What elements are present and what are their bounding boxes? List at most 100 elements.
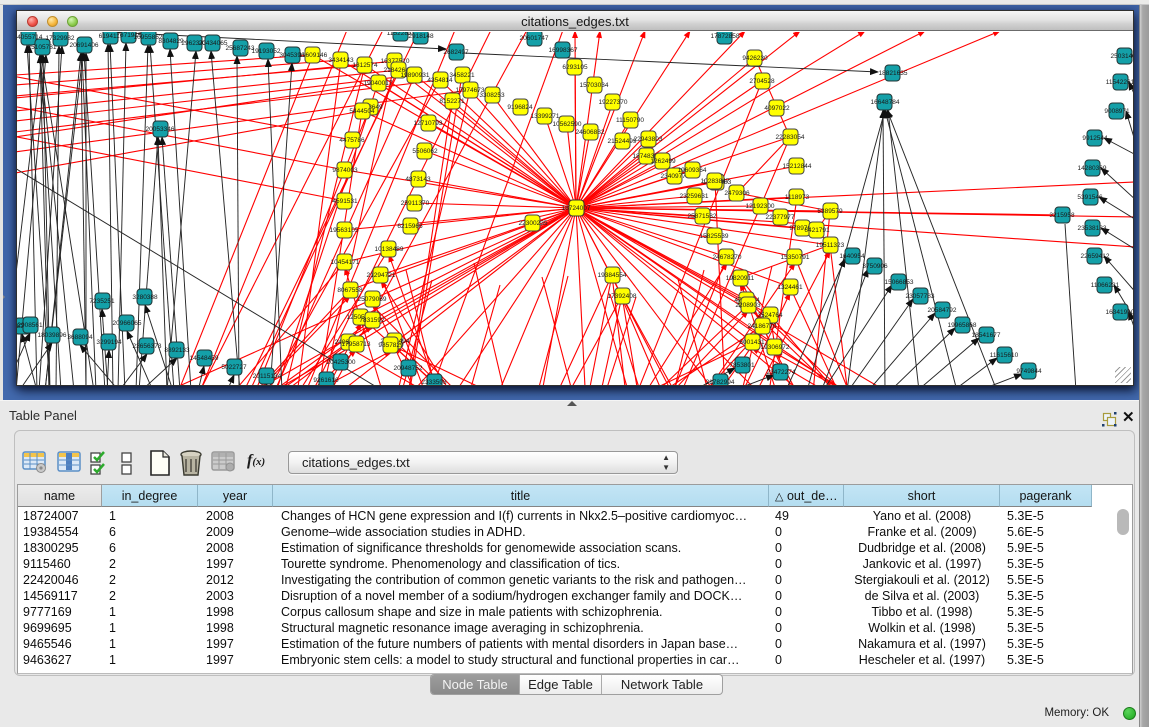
svg-text:16998367: 16998367 bbox=[549, 47, 578, 54]
svg-text:8067558: 8067558 bbox=[337, 287, 363, 294]
svg-text:16648784: 16648784 bbox=[871, 99, 900, 106]
svg-text:13399271: 13399271 bbox=[531, 113, 560, 120]
svg-text:18039896: 18039896 bbox=[38, 332, 67, 339]
svg-text:25911370: 25911370 bbox=[401, 200, 430, 207]
svg-text:25871582: 25871582 bbox=[688, 213, 717, 220]
svg-text:20948752: 20948752 bbox=[394, 365, 423, 372]
svg-text:8892133: 8892133 bbox=[164, 347, 190, 354]
svg-text:19511323: 19511323 bbox=[816, 242, 845, 249]
svg-text:24186770: 24186770 bbox=[748, 323, 777, 330]
svg-text:17958713: 17958713 bbox=[342, 341, 371, 348]
svg-text:18821635: 18821635 bbox=[879, 70, 908, 77]
svg-text:20584792: 20584792 bbox=[928, 307, 957, 314]
svg-text:22377977: 22377977 bbox=[766, 214, 795, 221]
svg-text:17392408: 17392408 bbox=[608, 293, 637, 300]
svg-text:1118973: 1118973 bbox=[785, 194, 810, 201]
svg-text:2333508: 2333508 bbox=[421, 379, 447, 385]
svg-text:9857829: 9857829 bbox=[378, 342, 404, 349]
svg-text:19563105: 19563105 bbox=[330, 227, 359, 234]
svg-text:7831592: 7831592 bbox=[359, 317, 385, 324]
svg-text:20966065: 20966065 bbox=[113, 320, 142, 327]
svg-text:1262499: 1262499 bbox=[650, 158, 676, 165]
svg-text:22943803: 22943803 bbox=[634, 136, 663, 143]
svg-text:19193052: 19193052 bbox=[252, 48, 281, 55]
svg-text:12192300: 12192300 bbox=[746, 203, 775, 210]
svg-text:4591531: 4591531 bbox=[332, 198, 358, 205]
svg-text:24678270: 24678270 bbox=[713, 254, 742, 261]
svg-text:4873143: 4873143 bbox=[405, 176, 431, 183]
svg-text:19965868: 19965868 bbox=[948, 322, 977, 329]
svg-text:3458221: 3458221 bbox=[449, 72, 475, 79]
svg-text:2908561: 2908561 bbox=[17, 322, 43, 329]
svg-text:6215966: 6215966 bbox=[397, 223, 423, 230]
svg-text:14548459: 14548459 bbox=[190, 355, 219, 362]
svg-text:4475786: 4475786 bbox=[339, 137, 365, 144]
svg-text:20053346: 20053346 bbox=[146, 126, 175, 133]
svg-text:2208903: 2208903 bbox=[735, 302, 761, 309]
svg-text:5444504: 5444504 bbox=[349, 108, 375, 115]
svg-text:1324461: 1324461 bbox=[777, 284, 803, 291]
svg-text:3434143: 3434143 bbox=[328, 57, 354, 64]
svg-text:1312574: 1312574 bbox=[352, 62, 378, 69]
svg-text:9912544: 9912544 bbox=[1082, 135, 1108, 142]
svg-text:23538183: 23538183 bbox=[1078, 225, 1107, 232]
svg-text:21782994: 21782994 bbox=[706, 379, 735, 385]
svg-text:20425300: 20425300 bbox=[327, 359, 356, 366]
svg-text:15703034: 15703034 bbox=[580, 82, 609, 89]
svg-text:9261616: 9261616 bbox=[313, 377, 339, 384]
svg-text:14280369: 14280369 bbox=[1078, 165, 1107, 172]
svg-text:19890931: 19890931 bbox=[401, 72, 430, 79]
svg-text:21524499: 21524499 bbox=[608, 138, 637, 145]
svg-text:11066231: 11066231 bbox=[1091, 282, 1120, 289]
svg-text:15825539: 15825539 bbox=[700, 233, 729, 240]
svg-text:3308253: 3308253 bbox=[479, 92, 505, 99]
svg-text:3280388: 3280388 bbox=[132, 294, 158, 301]
svg-text:24606882: 24606882 bbox=[576, 129, 605, 136]
svg-text:12710793: 12710793 bbox=[414, 120, 443, 127]
svg-text:3299194: 3299194 bbox=[96, 339, 122, 346]
svg-text:6421791: 6421791 bbox=[804, 227, 830, 234]
svg-text:23472274: 23472274 bbox=[767, 369, 796, 376]
svg-text:8152271: 8152271 bbox=[439, 98, 465, 105]
svg-text:10283847: 10283847 bbox=[701, 178, 730, 185]
svg-text:11609146: 11609146 bbox=[299, 52, 328, 59]
svg-text:8304829: 8304829 bbox=[158, 38, 184, 45]
svg-text:22659412: 22659412 bbox=[1081, 253, 1110, 260]
svg-text:1640954: 1640954 bbox=[839, 253, 865, 260]
svg-text:4097022: 4097022 bbox=[764, 105, 790, 112]
svg-text:16341910: 16341910 bbox=[1106, 309, 1133, 316]
svg-text:19820911: 19820911 bbox=[726, 275, 755, 282]
svg-text:22300235: 22300235 bbox=[519, 220, 548, 227]
svg-text:20601747: 20601747 bbox=[520, 35, 549, 42]
svg-text:19306972: 19306972 bbox=[761, 344, 790, 351]
svg-text:6293105: 6293105 bbox=[562, 64, 588, 71]
svg-text:5022727: 5022727 bbox=[221, 364, 247, 371]
svg-text:2479306: 2479306 bbox=[724, 190, 750, 197]
svg-text:21294721: 21294721 bbox=[367, 272, 396, 279]
svg-text:11542261: 11542261 bbox=[1106, 79, 1133, 86]
svg-text:23259631: 23259631 bbox=[680, 193, 709, 200]
svg-text:23057783: 23057783 bbox=[906, 293, 935, 300]
svg-text:3215958: 3215958 bbox=[1049, 212, 1075, 219]
svg-text:2682497: 2682497 bbox=[443, 49, 469, 56]
svg-text:5506062: 5506062 bbox=[412, 148, 438, 155]
svg-text:9008971: 9008971 bbox=[1104, 108, 1130, 115]
svg-text:2918148: 2918148 bbox=[408, 33, 434, 40]
svg-text:22283054: 22283054 bbox=[776, 134, 805, 141]
svg-text:23656373: 23656373 bbox=[133, 343, 162, 350]
svg-text:17329982: 17329982 bbox=[46, 35, 75, 42]
svg-text:5391546: 5391546 bbox=[1077, 194, 1103, 201]
svg-text:20115134: 20115134 bbox=[253, 373, 282, 380]
svg-text:9196824: 9196824 bbox=[507, 104, 533, 111]
svg-text:15350791: 15350791 bbox=[781, 254, 810, 261]
svg-text:7235251: 7235251 bbox=[89, 298, 115, 305]
svg-text:25105781: 25105781 bbox=[28, 44, 57, 51]
svg-text:10138489: 10138489 bbox=[375, 246, 404, 253]
svg-text:18724007: 18724007 bbox=[562, 205, 591, 212]
svg-text:10562590: 10562590 bbox=[553, 121, 582, 128]
svg-text:19040017: 19040017 bbox=[364, 80, 393, 87]
svg-text:25687243: 25687243 bbox=[226, 45, 255, 52]
svg-text:15066853: 15066853 bbox=[885, 279, 914, 286]
svg-text:9749844: 9749844 bbox=[1016, 368, 1042, 375]
svg-text:2704528: 2704528 bbox=[749, 78, 775, 85]
